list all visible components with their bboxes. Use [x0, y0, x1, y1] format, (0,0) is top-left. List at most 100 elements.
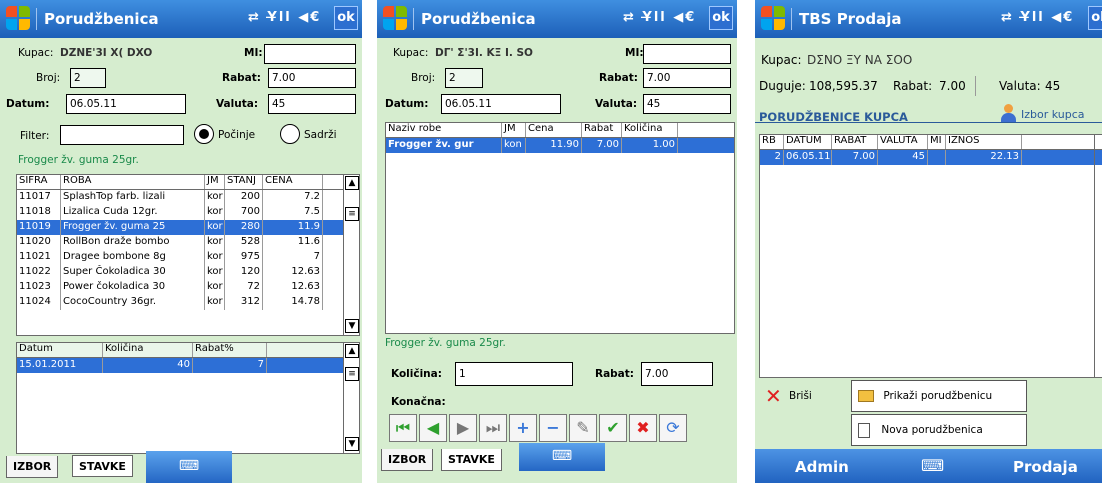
tab-stavke[interactable]: STAVKE — [72, 455, 133, 477]
table-row[interactable]: 11018 Lizalica Cuda 12gr. kor 700 7.5 — [17, 205, 359, 220]
first-record-icon[interactable]: ⏮ — [389, 414, 417, 442]
table-row[interactable]: 11021 Dragee bombone 8g kor 975 7 — [17, 250, 359, 265]
stanje-cell: 975 — [225, 250, 263, 265]
cena-cell: 11.6 — [263, 235, 323, 250]
radio-sadrzi[interactable] — [280, 124, 300, 144]
edit-pencil-icon[interactable]: ✎ — [569, 414, 597, 442]
orders-header-cell: DATUM — [784, 135, 832, 149]
izbor-kupca-link[interactable]: Izbor kupca — [1021, 108, 1085, 121]
history-scrollbar[interactable]: ▲ ≡ ▼ — [343, 343, 359, 453]
valuta-cell: 45 — [878, 150, 928, 165]
rabat-cell: 7 — [193, 358, 267, 373]
rabat-label: Rabat: — [222, 72, 261, 84]
tab-izbor[interactable]: IZBOR — [381, 449, 434, 471]
previous-record-icon[interactable]: ◀ — [419, 414, 447, 442]
nova-porudzbenica-button[interactable]: Nova porudžbenica — [851, 414, 1027, 446]
brisi-button[interactable]: Briši — [789, 390, 812, 402]
sifra-cell: 11020 — [17, 235, 61, 250]
scroll-down-icon[interactable]: ▼ — [345, 437, 359, 451]
orders-header-cell: VALUTA — [878, 135, 928, 149]
valuta-label: Valuta: — [595, 98, 638, 110]
mi-field[interactable] — [643, 44, 731, 64]
table-row[interactable]: Frogger žv. gur kon 11.90 7.00 1.00 — [386, 138, 734, 153]
mi-field[interactable] — [264, 44, 356, 64]
scroll-up-icon[interactable]: ▲ — [345, 344, 359, 358]
keyboard-icon[interactable]: ⌨ — [921, 456, 944, 475]
table-row[interactable]: 11019 Frogger žv. guma 25 kor 280 11.9 — [17, 220, 359, 235]
cena-cell: 11.9 — [263, 220, 323, 235]
orders-grid[interactable]: RB DATUM RABAT VALUTA MI IZNOS 2 06.05.11 7.00 4… — [759, 134, 1102, 378]
prikazi-porudzbenicu-button[interactable]: Prikaži porudžbenicu — [851, 380, 1027, 412]
products-grid[interactable]: ŠIFRA ROBA JM STANJ CENA 11017 SplashTop farb… — [16, 174, 360, 336]
order-items-grid[interactable]: Naziv robe JM Cena Rabat Količina Frogger žv… — [385, 122, 735, 334]
delete-x-icon[interactable]: ✕ — [765, 386, 782, 406]
status-icons: ⇄ Y̶ll ◀€ — [623, 10, 697, 25]
table-row[interactable]: 11017 SplashTop farb. lizali kor 200 7.2 — [17, 190, 359, 205]
konacna-label: Konačna: — [391, 396, 446, 408]
history-grid[interactable]: Datum Količina Rabat% 15.01.2011 40 7 ▲ ≡ ▼ — [16, 342, 360, 454]
sifra-cell: 11023 — [17, 280, 61, 295]
table-row[interactable]: 11024 CocoCountry 36gr. kor 312 14.78 — [17, 295, 359, 310]
scroll-thumb-icon[interactable]: ≡ — [345, 367, 359, 381]
kupac-label: Kupac: — [761, 53, 802, 67]
windows-start-icon[interactable] — [761, 6, 787, 32]
refresh-icon[interactable]: ⟳ — [659, 414, 687, 442]
last-record-icon[interactable]: ⏭ — [479, 414, 507, 442]
keyboard-icon[interactable]: ⌨ — [146, 451, 232, 483]
kolicina-label: Količina: — [391, 368, 442, 380]
roba-cell: Lizalica Cuda 12gr. — [61, 205, 205, 220]
admin-softkey[interactable]: Admin — [795, 458, 849, 476]
rabat-field[interactable]: 7.00 — [268, 68, 356, 88]
datum-field[interactable]: 06.05.11 — [66, 94, 186, 114]
broj-field[interactable]: 2 — [445, 68, 483, 88]
ok-button[interactable]: ok — [1088, 6, 1102, 30]
products-scrollbar[interactable]: ▲ ≡ ▼ — [343, 175, 359, 335]
tab-stavke[interactable]: STAVKE — [441, 449, 502, 471]
sifra-cell: 11021 — [17, 250, 61, 265]
confirm-check-icon[interactable]: ✔ — [599, 414, 627, 442]
screen-porudzbenica-izbor: Porudžbenica ⇄ Y̶ll ◀€ ok Kupac: DZNE'3I… — [0, 0, 362, 483]
user-icon[interactable] — [1000, 104, 1016, 122]
table-row[interactable]: 11022 Super Čokoladica 30 kor 120 12.63 — [17, 265, 359, 280]
valuta-field[interactable]: 45 — [643, 94, 731, 114]
valuta-value: 45 — [1045, 79, 1061, 93]
table-row[interactable]: 11020 RollBon draže bombo kor 528 11.6 — [17, 235, 359, 250]
selected-item-text: Frogger žv. guma 25gr. — [385, 337, 506, 349]
table-row[interactable]: 15.01.2011 40 7 — [17, 358, 359, 373]
ok-button[interactable]: ok — [334, 6, 358, 30]
broj-label: Broj: — [411, 72, 436, 84]
rabat2-field[interactable]: 7.00 — [641, 362, 713, 386]
broj-field[interactable]: 2 — [70, 68, 106, 88]
add-icon[interactable]: + — [509, 414, 537, 442]
radio-pocinje[interactable] — [194, 124, 214, 144]
screen-tbs-prodaja: TBS Prodaja ⇄ Y̶ll ◀€ ok Kupac: DΣNO ΞΥ … — [755, 0, 1102, 483]
datum-field[interactable]: 06.05.11 — [441, 94, 561, 114]
kolicina-field[interactable]: 1 — [455, 362, 573, 386]
windows-start-icon[interactable] — [6, 6, 32, 32]
prodaja-softkey[interactable]: Prodaja — [1013, 458, 1078, 476]
scroll-thumb-icon[interactable]: ≡ — [345, 207, 359, 221]
table-row[interactable]: 2 06.05.11 7.00 45 22.13 — [760, 150, 1102, 165]
stanje-cell: 280 — [225, 220, 263, 235]
scroll-down-icon[interactable]: ▼ — [345, 319, 359, 333]
tab-izbor[interactable]: IZBOR — [6, 456, 59, 478]
duguje-value: 108,595.37 — [809, 79, 878, 93]
windows-start-icon[interactable] — [383, 6, 409, 32]
table-row[interactable]: 11023 Power čokoladica 30 kor 72 12.63 — [17, 280, 359, 295]
items-header-cell: Cena — [526, 123, 582, 137]
cancel-x-icon[interactable]: ✖ — [629, 414, 657, 442]
jm-cell: kor — [205, 220, 225, 235]
folder-icon — [858, 390, 874, 402]
next-record-icon[interactable]: ▶ — [449, 414, 477, 442]
filter-input[interactable] — [60, 125, 184, 145]
valuta-field[interactable]: 45 — [268, 94, 356, 114]
rabat-field[interactable]: 7.00 — [643, 68, 731, 88]
scroll-up-icon[interactable]: ▲ — [345, 176, 359, 190]
app-title: Porudžbenica — [44, 10, 159, 28]
products-header-cell: ŠIFRA — [17, 175, 61, 189]
remove-icon[interactable]: − — [539, 414, 567, 442]
keyboard-icon[interactable]: ⌨ — [519, 443, 605, 471]
ok-button[interactable]: ok — [709, 6, 733, 30]
app-title: Porudžbenica — [421, 10, 536, 28]
cena-cell: 11.90 — [526, 138, 582, 153]
